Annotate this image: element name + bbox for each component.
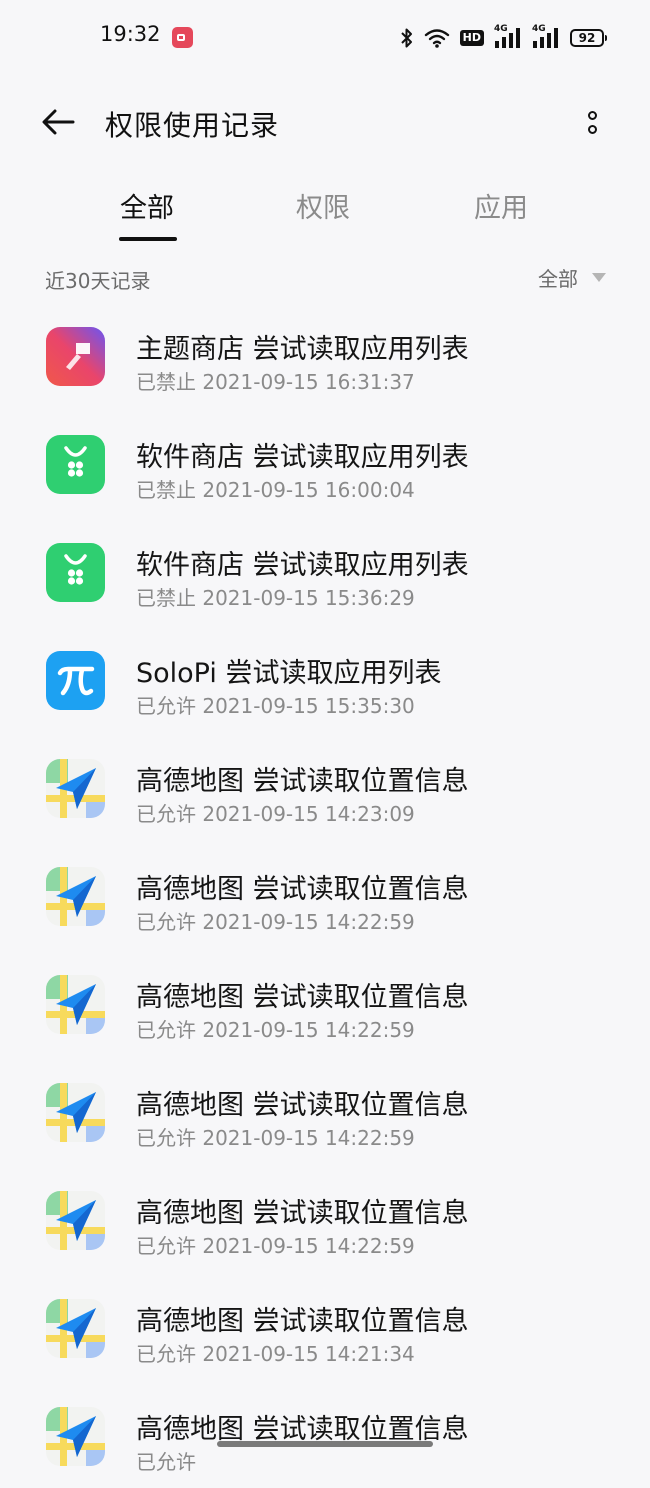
record-subtitle: 已允许 2021-09-15 14:21:34: [136, 1338, 415, 1367]
status-time: 19:32: [100, 22, 161, 46]
record-title: 软件商店 尝试读取应用列表: [136, 442, 469, 473]
list-item[interactable]: 高德地图 尝试读取位置信息 已允许 2021-09-15 14:23:09: [0, 732, 650, 840]
list-item[interactable]: SoloPi 尝试读取应用列表 已允许 2021-09-15 15:35:30: [0, 624, 650, 732]
list-item[interactable]: 主题商店 尝试读取应用列表 已禁止 2021-09-15 16:31:37: [0, 300, 650, 408]
record-title: 高德地图 尝试读取位置信息: [136, 766, 469, 797]
filter-dropdown[interactable]: 全部: [538, 263, 606, 292]
record-subtitle: 已禁止 2021-09-15 15:36:29: [136, 582, 415, 611]
status-icons: HD 4G 4G 92: [400, 24, 607, 50]
bluetooth-icon: [400, 28, 412, 48]
record-status: 已禁止: [136, 478, 196, 502]
amap-icon: [46, 759, 105, 818]
more-dot-icon: [587, 110, 597, 120]
record-status: 已允许: [136, 694, 196, 718]
record-time: 2021-09-15 16:31:37: [202, 370, 415, 394]
tab-apps[interactable]: 应用: [474, 186, 528, 225]
record-time: 2021-09-15 15:36:29: [202, 586, 415, 610]
record-subtitle: 已允许 2021-09-15 14:22:59: [136, 906, 415, 935]
record-time: 2021-09-15 14:22:59: [202, 1234, 415, 1258]
back-arrow-icon: [42, 109, 75, 135]
record-status: 已允许: [136, 1018, 196, 1042]
back-button[interactable]: [36, 100, 80, 144]
list-item[interactable]: 软件商店 尝试读取应用列表 已禁止 2021-09-15 15:36:29: [0, 516, 650, 624]
amap-icon: [46, 1407, 105, 1466]
active-tab-indicator: [119, 237, 177, 241]
tab-permissions[interactable]: 权限: [296, 186, 350, 225]
tab-all[interactable]: 全部: [120, 186, 174, 225]
record-title: SoloPi 尝试读取应用列表: [136, 658, 442, 689]
more-options-button[interactable]: [572, 100, 612, 144]
record-title: 高德地图 尝试读取位置信息: [136, 874, 469, 905]
app-store-icon: [46, 543, 105, 602]
record-subtitle: 已禁止 2021-09-15 16:31:37: [136, 366, 415, 395]
wifi-icon: [424, 29, 449, 48]
record-title: 主题商店 尝试读取应用列表: [136, 334, 469, 365]
record-subtitle: 已允许 2021-09-15 14:22:59: [136, 1122, 415, 1151]
amap-icon: [46, 1191, 105, 1250]
list-item[interactable]: 高德地图 尝试读取位置信息 已允许 2021-09-15 14:22:59: [0, 1164, 650, 1272]
record-time: 2021-09-15 14:23:09: [202, 802, 415, 826]
record-time: 2021-09-15 14:22:59: [202, 1018, 415, 1042]
filter-selected-value: 全部: [538, 267, 578, 291]
record-subtitle: 已允许 2021-09-15 14:22:59: [136, 1230, 415, 1259]
app-store-icon: [46, 435, 105, 494]
list-item[interactable]: 高德地图 尝试读取位置信息 已允许 2021-09-15 14:22:59: [0, 1056, 650, 1164]
record-subtitle: 已禁止 2021-09-15 16:00:04: [136, 474, 415, 503]
record-title: 软件商店 尝试读取应用列表: [136, 550, 469, 581]
record-status: 已允许: [136, 802, 196, 826]
more-dot-icon: [587, 124, 597, 134]
list-item[interactable]: 软件商店 尝试读取应用列表 已禁止 2021-09-15 16:00:04: [0, 408, 650, 516]
record-subtitle: 已允许 2021-09-15 14:22:59: [136, 1014, 415, 1043]
record-title: 高德地图 尝试读取位置信息: [136, 1198, 469, 1229]
page-title: 权限使用记录: [105, 109, 280, 142]
signal-strength-icon-2: 4G: [532, 24, 560, 49]
record-subtitle: 已允许 2021-09-15 14:23:09: [136, 798, 415, 827]
record-status: 已允许: [136, 1450, 196, 1474]
record-status: 已允许: [136, 1126, 196, 1150]
screen-record-icon: [172, 27, 193, 48]
network-type-label-2: 4G: [532, 24, 546, 34]
list-item[interactable]: 高德地图 尝试读取位置信息 已允许 2021-09-15 14:22:59: [0, 840, 650, 948]
caret-down-icon: [592, 273, 606, 282]
amap-icon: [46, 867, 105, 926]
list-item[interactable]: 高德地图 尝试读取位置信息 已允许 2021-09-15 14:22:59: [0, 948, 650, 1056]
network-type-label: 4G: [494, 24, 508, 34]
record-title: 高德地图 尝试读取位置信息: [136, 1306, 469, 1337]
record-status: 已允许: [136, 1342, 196, 1366]
record-status: 已允许: [136, 910, 196, 934]
record-time: 2021-09-15 14:22:59: [202, 1126, 415, 1150]
signal-strength-icon: 4G: [494, 24, 522, 49]
record-title: 高德地图 尝试读取位置信息: [136, 982, 469, 1013]
hd-voice-icon: HD: [459, 30, 484, 46]
tab-bar: 全部 权限 应用: [0, 180, 650, 246]
record-range-label: 近30天记录: [45, 269, 151, 293]
status-bar: 19:32 HD 4G 4G 92: [0, 0, 650, 76]
record-status: 已允许: [136, 1234, 196, 1258]
amap-icon: [46, 1299, 105, 1358]
gesture-navigation-bar[interactable]: [217, 1441, 433, 1447]
theme-store-icon: [46, 327, 105, 386]
list-item[interactable]: 高德地图 尝试读取位置信息 已允许 2021-09-15 14:21:34: [0, 1272, 650, 1380]
record-title: 高德地图 尝试读取位置信息: [136, 1090, 469, 1121]
solopi-icon: [46, 651, 105, 710]
amap-icon: [46, 975, 105, 1034]
amap-icon: [46, 1083, 105, 1142]
record-time: 2021-09-15 14:22:59: [202, 910, 415, 934]
record-time: 2021-09-15 15:35:30: [202, 694, 415, 718]
record-status: 已禁止: [136, 370, 196, 394]
record-subtitle: 已允许: [136, 1446, 196, 1475]
battery-icon: 92: [570, 29, 607, 47]
record-subtitle: 已允许 2021-09-15 15:35:30: [136, 690, 415, 719]
record-time: 2021-09-15 16:00:04: [202, 478, 415, 502]
record-status: 已禁止: [136, 586, 196, 610]
list-item[interactable]: 高德地图 尝试读取位置信息 已允许: [0, 1380, 650, 1488]
record-time: 2021-09-15 14:21:34: [202, 1342, 415, 1366]
